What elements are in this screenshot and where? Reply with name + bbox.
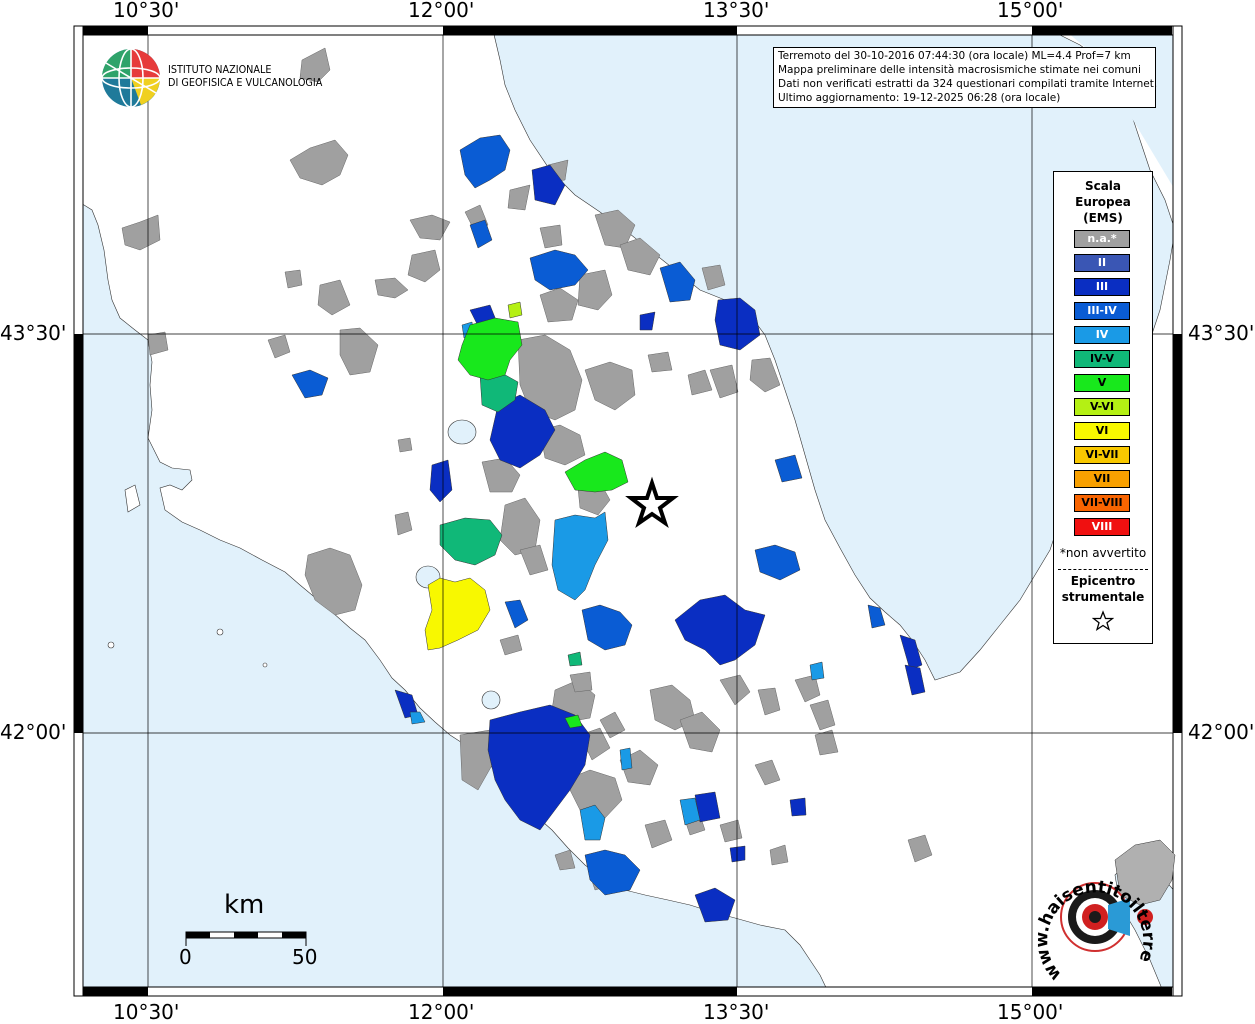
legend-epicentre-label: Epicentro strumentale bbox=[1054, 573, 1152, 605]
lon-label-top-2: 12°00' bbox=[408, 0, 475, 22]
lake-trasimeno bbox=[447, 419, 477, 445]
legend-item: VIII bbox=[1074, 518, 1130, 536]
scale-start: 0 bbox=[179, 945, 192, 969]
legend-note: *non avvertito bbox=[1059, 546, 1147, 560]
legend-item: III-IV bbox=[1074, 302, 1130, 320]
legend-item: IV-V bbox=[1074, 350, 1130, 368]
event-info-line2: Mappa preliminare delle intensità macros… bbox=[778, 64, 1141, 76]
legend-item: III bbox=[1074, 278, 1130, 296]
legend-epicentre-line2: strumentale bbox=[1061, 590, 1145, 604]
legend-title-line2: Europea bbox=[1075, 195, 1131, 209]
ingv-name-line1: ISTITUTO NAZIONALE bbox=[168, 64, 272, 76]
event-info-box: Terremoto del 30-10-2016 07:44:30 (ora l… bbox=[773, 47, 1158, 108]
lon-label-bottom-2: 12°00' bbox=[408, 1000, 475, 1024]
legend-item: VI bbox=[1074, 422, 1130, 440]
ingv-name-line2: DI GEOFISICA E VULCANOLOGIA bbox=[168, 77, 323, 89]
event-info-line4: Ultimo aggiornamento: 19-12-2025 06:28 (… bbox=[778, 92, 1061, 104]
legend-title: Scala Europea (EMS) bbox=[1054, 178, 1152, 226]
legend-item: II bbox=[1074, 254, 1130, 272]
legend-item: VII-VIII bbox=[1074, 494, 1130, 512]
legend-separator bbox=[1058, 569, 1148, 570]
ems-legend: Scala Europea (EMS) n.a.* II III III-IV … bbox=[1053, 171, 1153, 644]
ingv-logo-icon bbox=[101, 48, 161, 108]
scale-end: 50 bbox=[292, 945, 318, 969]
legend-epicentre-line1: Epicentro bbox=[1070, 574, 1136, 588]
island bbox=[216, 628, 224, 636]
legend-title-line1: Scala bbox=[1084, 179, 1122, 193]
event-info-line1: Terremoto del 30-10-2016 07:44:30 (ora l… bbox=[778, 50, 1131, 62]
legend-item: n.a.* bbox=[1074, 230, 1130, 248]
event-info-line3: Dati non verificati estratti da 324 ques… bbox=[778, 78, 1158, 90]
lat-label-left-2: 42°00' bbox=[0, 720, 67, 744]
island bbox=[262, 662, 268, 668]
legend-star-icon bbox=[1092, 610, 1114, 632]
lon-label-bottom-1: 10°30' bbox=[113, 1000, 180, 1024]
map-area bbox=[73, 25, 1183, 997]
legend-item: V bbox=[1074, 374, 1130, 392]
lat-label-left-1: 43°30' bbox=[0, 321, 67, 345]
ingv-name: ISTITUTO NAZIONALE DI GEOFISICA E VULCAN… bbox=[168, 64, 322, 90]
lon-label-top-4: 15°00' bbox=[997, 0, 1064, 22]
scale-unit: km bbox=[224, 890, 265, 920]
lon-label-top-1: 10°30' bbox=[113, 0, 180, 22]
lake-bracciano bbox=[481, 690, 501, 710]
legend-item: IV bbox=[1074, 326, 1130, 344]
island bbox=[107, 641, 115, 649]
legend-item: VI-VII bbox=[1074, 446, 1130, 464]
lon-label-top-3: 13°30' bbox=[703, 0, 770, 22]
lat-label-right-1: 43°30' bbox=[1188, 321, 1255, 345]
lat-label-right-2: 42°00' bbox=[1188, 720, 1255, 744]
legend-title-line3: (EMS) bbox=[1083, 211, 1123, 225]
legend-item: V-VI bbox=[1074, 398, 1130, 416]
legend-item: VII bbox=[1074, 470, 1130, 488]
legend-items: n.a.* II III III-IV IV IV-V V V-VI VI VI… bbox=[1074, 230, 1130, 542]
lon-label-bottom-4: 15°00' bbox=[997, 1000, 1064, 1024]
lon-label-bottom-3: 13°30' bbox=[703, 1000, 770, 1024]
